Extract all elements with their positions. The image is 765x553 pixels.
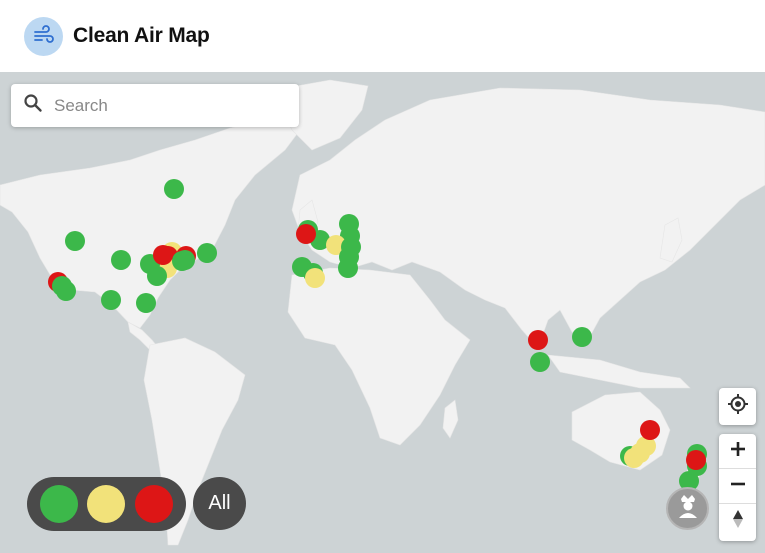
compass-icon — [731, 509, 745, 534]
filter-bad-button[interactable] — [135, 485, 174, 523]
air-quality-filter — [27, 477, 186, 531]
wind-icon — [24, 16, 63, 56]
locate-button[interactable] — [719, 388, 756, 425]
app-title: Clean Air Map — [73, 24, 210, 47]
zoom-out-button[interactable] — [719, 469, 756, 504]
compass-button[interactable] — [719, 504, 756, 539]
madagascar — [442, 399, 459, 439]
app-header: Clean Air Map — [0, 0, 765, 72]
minus-icon — [730, 476, 746, 497]
africa — [287, 267, 471, 446]
app-root: Clean Air Map Search All — [0, 0, 765, 553]
user-avatar-button[interactable] — [666, 487, 709, 530]
zoom-controls — [719, 434, 756, 541]
search-input[interactable] — [54, 95, 284, 116]
filter-all-button[interactable]: All — [193, 477, 246, 530]
search-icon — [23, 93, 43, 118]
search-box[interactable] — [11, 84, 299, 127]
north-america — [0, 117, 301, 329]
filter-good-button[interactable] — [39, 485, 78, 523]
new-zealand — [685, 444, 706, 486]
filter-moderate-button[interactable] — [87, 485, 126, 523]
crosshair-icon — [727, 393, 749, 420]
user-avatar-icon — [675, 493, 701, 524]
zoom-in-button[interactable] — [719, 434, 756, 469]
australia — [571, 391, 671, 471]
plus-icon — [730, 441, 746, 462]
indonesia — [547, 354, 691, 389]
